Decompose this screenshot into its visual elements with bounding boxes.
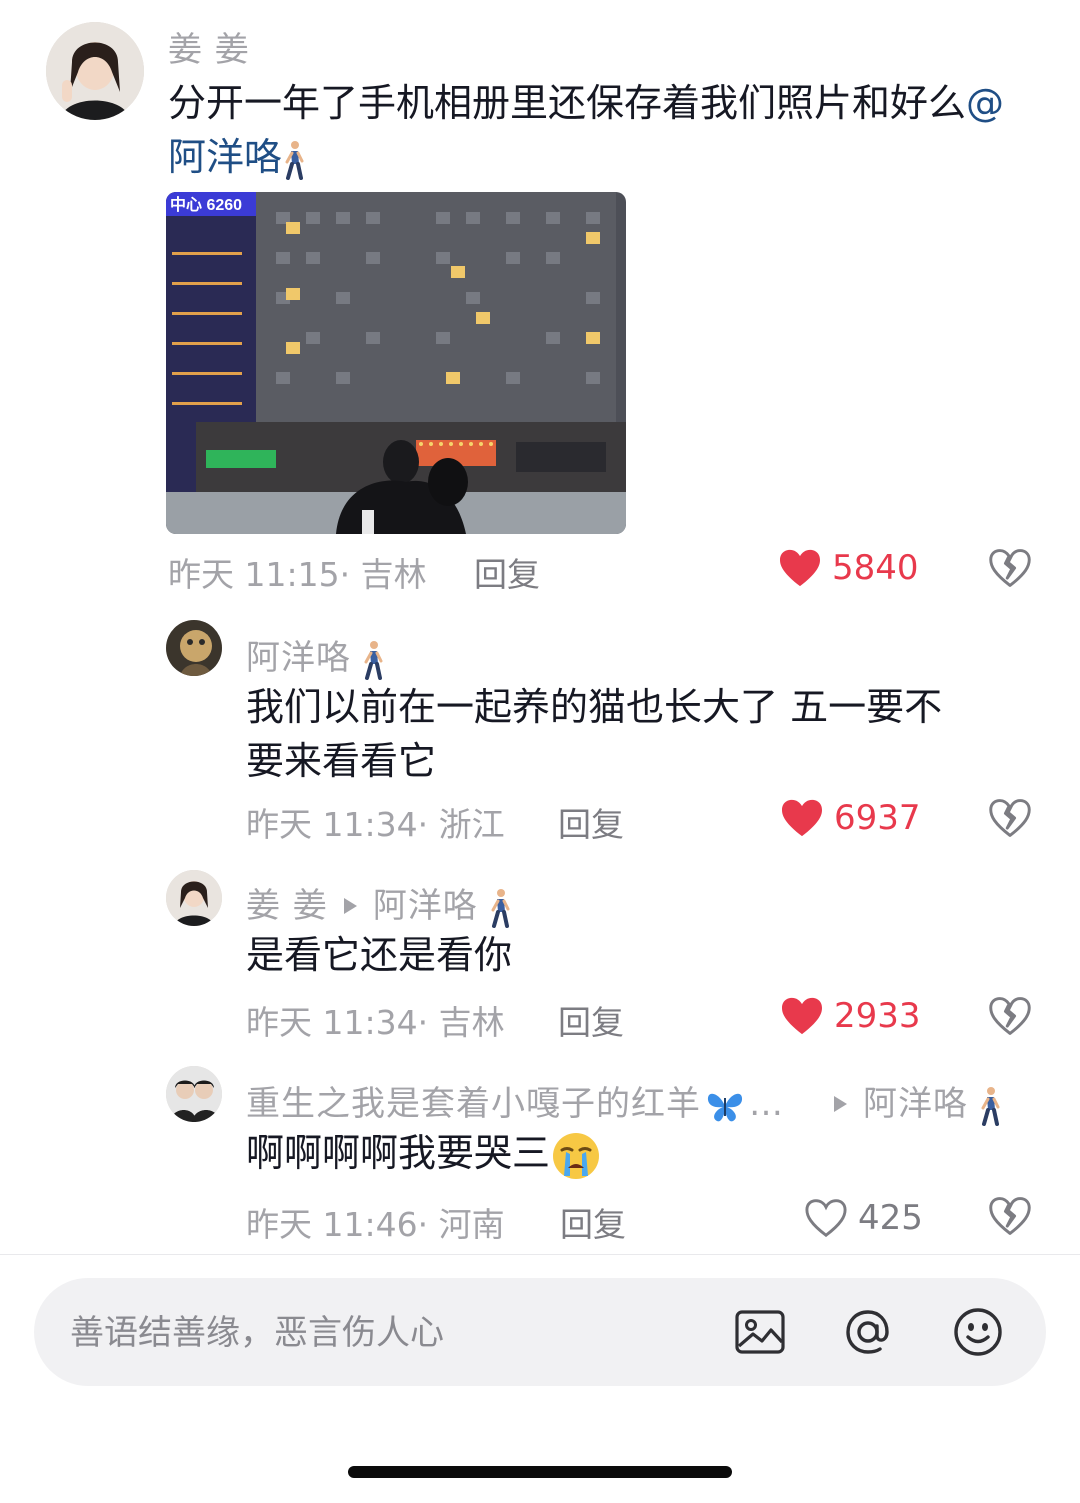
- avatar[interactable]: [166, 1066, 222, 1122]
- reply-button[interactable]: 回复: [560, 1198, 626, 1246]
- reply-author-name[interactable]: 姜 姜: [246, 886, 328, 926]
- reply-text-line: 我们以前在一起养的猫也长大了 五一要不: [246, 685, 943, 729]
- reply-location: · 河南: [417, 1205, 505, 1244]
- comment-body: 分开一年了手机相册里还保存着我们照片和好么: [168, 81, 967, 125]
- heart-icon: [780, 996, 824, 1036]
- butterfly-icon: [707, 1093, 743, 1121]
- reply-location: · 吉林: [417, 1003, 505, 1042]
- reply-to-arrow-icon: [834, 1095, 847, 1112]
- reply-text: 我们以前在一起养的猫也长大了 五一要不 要来看看它: [246, 680, 1046, 788]
- avatar[interactable]: [166, 620, 222, 676]
- like-button[interactable]: 6937: [780, 798, 921, 838]
- reply-button[interactable]: 回复: [558, 798, 624, 846]
- reply-meta: 昨天 11:46· 河南: [246, 1198, 505, 1246]
- reply-to-name[interactable]: 阿洋咯: [373, 886, 478, 926]
- like-count: 6937: [834, 798, 921, 838]
- comment-time: 昨天 11:15: [168, 555, 340, 594]
- reply-button[interactable]: 回复: [474, 548, 540, 596]
- comment-text: 分开一年了手机相册里还保存着我们照片和好么@阿洋咯: [168, 76, 1028, 184]
- reply-time: 昨天 11:34: [246, 1003, 418, 1042]
- image-icon[interactable]: [732, 1304, 788, 1360]
- crying-face-icon: [553, 1132, 600, 1179]
- reply-author-name[interactable]: 重生之我是套着小嘎子的红羊: [246, 1084, 701, 1124]
- reply-to-arrow-icon: [343, 897, 357, 914]
- reply-text-line: 要来看看它: [246, 739, 437, 783]
- like-count: 2933: [834, 996, 921, 1036]
- reply-author[interactable]: 姜 姜 阿洋咯: [246, 878, 512, 928]
- author-truncation: …: [749, 1084, 784, 1124]
- heart-icon: [778, 548, 822, 588]
- reply-to-name[interactable]: 阿洋咯: [863, 1084, 968, 1124]
- broken-heart-icon[interactable]: [988, 1194, 1032, 1238]
- like-button[interactable]: 425: [804, 1198, 923, 1238]
- like-button[interactable]: 2933: [780, 996, 921, 1036]
- reply-meta: 昨天 11:34· 吉林: [246, 996, 505, 1044]
- comment-photo[interactable]: 中心 6260: [166, 192, 626, 534]
- like-count: 425: [858, 1198, 923, 1238]
- walking-person-icon: [282, 140, 306, 180]
- avatar[interactable]: [166, 870, 222, 926]
- reply-button[interactable]: 回复: [558, 996, 624, 1044]
- reply-text: 是看它还是看你: [246, 933, 513, 977]
- reply-time: 昨天 11:34: [246, 805, 418, 844]
- at-icon[interactable]: [840, 1304, 896, 1360]
- heart-icon: [780, 798, 824, 838]
- walking-person-icon: [361, 640, 385, 680]
- comment-input[interactable]: [68, 1302, 692, 1364]
- reply-meta: 昨天 11:34· 浙江: [246, 798, 505, 846]
- reply-text: 啊啊啊啊我要哭三: [246, 1126, 602, 1182]
- photo-sign-text: 中心 6260: [170, 195, 242, 214]
- comment-meta: 昨天 11:15· 吉林: [168, 548, 427, 596]
- divider: [0, 1254, 1080, 1255]
- emoji-icon[interactable]: [950, 1304, 1006, 1360]
- like-button[interactable]: 5840: [778, 548, 919, 588]
- comment-author[interactable]: 姜 姜: [168, 22, 250, 71]
- broken-heart-icon[interactable]: [988, 994, 1032, 1038]
- reply-author[interactable]: 重生之我是套着小嘎子的红羊 … 阿洋咯: [246, 1076, 1002, 1126]
- reply-location: · 浙江: [417, 805, 505, 844]
- reply-body: 啊啊啊啊我要哭三: [246, 1131, 551, 1175]
- reply-time: 昨天 11:46: [246, 1205, 418, 1244]
- home-indicator[interactable]: [348, 1466, 732, 1478]
- broken-heart-icon[interactable]: [988, 796, 1032, 840]
- like-count: 5840: [832, 548, 919, 588]
- avatar[interactable]: [46, 22, 144, 120]
- reply-author-name[interactable]: 阿洋咯: [246, 638, 351, 678]
- walking-person-icon: [978, 1086, 1002, 1126]
- reply-author[interactable]: 阿洋咯: [246, 630, 385, 680]
- broken-heart-icon[interactable]: [988, 546, 1032, 590]
- walking-person-icon: [488, 888, 512, 928]
- heart-icon: [805, 1199, 847, 1238]
- comment-input-bar: [34, 1278, 1046, 1386]
- comment-location: · 吉林: [339, 555, 427, 594]
